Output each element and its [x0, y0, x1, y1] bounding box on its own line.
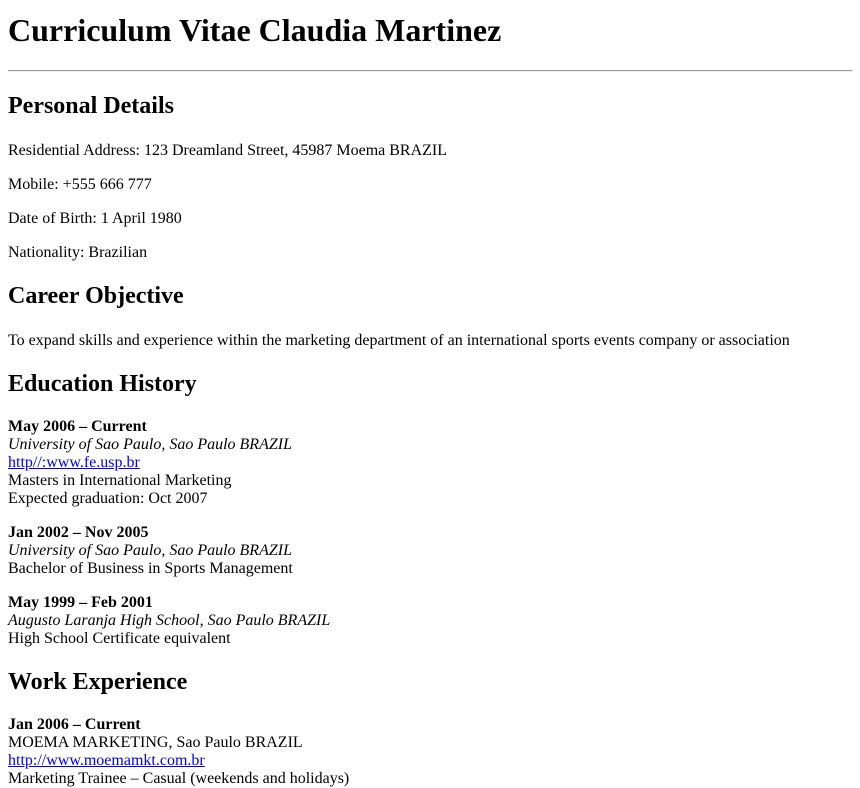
education-degree: Masters in International Marketing	[8, 472, 232, 489]
education-dates: May 1999 – Feb 2001	[8, 594, 153, 611]
education-entry: May 2006 – Current University of Sao Pau…	[8, 418, 852, 508]
work-role: Marketing Trainee – Casual (weekends and…	[8, 770, 350, 787]
personal-details-heading: Personal Details	[8, 93, 174, 119]
education-entry: May 1999 – Feb 2001 Augusto Laranja High…	[8, 594, 852, 648]
education-institution: University of Sao Paulo, Sao Paulo BRAZI…	[8, 542, 292, 559]
mobile-number: Mobile: +555 666 777	[8, 176, 152, 193]
education-institution: Augusto Laranja High School, Sao Paulo B…	[8, 612, 331, 629]
page-title: Curriculum Vitae Claudia Martinez	[8, 12, 502, 48]
date-of-birth: Date of Birth: 1 April 1980	[8, 210, 182, 227]
title-divider	[8, 70, 852, 72]
university-website-link[interactable]: http//:www.fe.usp.br	[8, 454, 140, 471]
work-employer: MOEMA MARKETING, Sao Paulo BRAZIL	[8, 734, 303, 751]
career-objective-heading: Career Objective	[8, 283, 184, 309]
career-objective-text: To expand skills and experience within t…	[8, 332, 790, 349]
work-experience-heading: Work Experience	[8, 669, 188, 695]
education-dates: May 2006 – Current	[8, 418, 147, 435]
residential-address: Residential Address: 123 Dreamland Stree…	[8, 142, 448, 159]
education-institution: University of Sao Paulo, Sao Paulo BRAZI…	[8, 436, 292, 453]
employer-website-link[interactable]: http://www.moemamkt.com.br	[8, 752, 205, 769]
education-degree: Bachelor of Business in Sports Managemen…	[8, 560, 293, 577]
education-entry: Jan 2002 – Nov 2005 University of Sao Pa…	[8, 524, 852, 578]
cv-page: Curriculum Vitae Claudia Martinez Person…	[0, 0, 860, 788]
work-entry: Jan 2006 – Current MOEMA MARKETING, Sao …	[8, 716, 852, 788]
education-dates: Jan 2002 – Nov 2005	[8, 524, 149, 541]
education-history-heading: Education History	[8, 371, 197, 397]
education-note: Expected graduation: Oct 2007	[8, 490, 208, 507]
education-degree: High School Certificate equivalent	[8, 630, 231, 647]
work-dates: Jan 2006 – Current	[8, 716, 141, 733]
nationality: Nationality: Brazilian	[8, 244, 148, 261]
